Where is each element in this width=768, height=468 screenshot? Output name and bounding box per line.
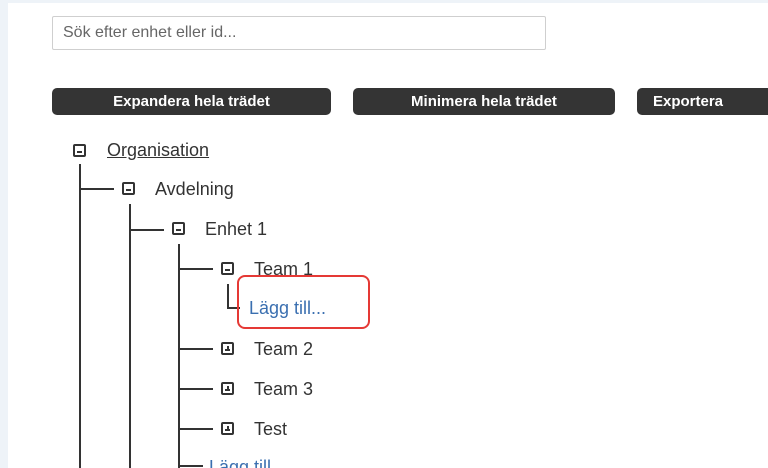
tree-node-team-3[interactable]: Team 3	[254, 379, 313, 399]
export-button[interactable]: Exportera	[637, 88, 768, 115]
tree-panel: Expandera hela trädet Minimera hela träd…	[8, 3, 768, 468]
collapse-toggle-icon[interactable]	[73, 144, 86, 157]
plus-icon-vertical	[226, 386, 229, 391]
plus-icon-vertical	[226, 346, 229, 351]
tree-line-unit-vertical	[178, 244, 180, 468]
expand-toggle-icon[interactable]	[221, 382, 234, 395]
tree-line-team3-horizontal	[178, 388, 213, 390]
minus-icon	[225, 268, 230, 271]
collapse-toggle-icon[interactable]	[172, 222, 185, 235]
plus-icon-vertical	[226, 426, 229, 431]
collapse-toggle-icon[interactable]	[221, 262, 234, 275]
tree-node-test[interactable]: Test	[254, 419, 287, 439]
expand-tree-button[interactable]: Expandera hela trädet	[52, 88, 331, 115]
tree-node-organisation[interactable]: Organisation	[107, 140, 209, 160]
tree-line-department-vertical	[129, 204, 131, 468]
tree-line-team1-vertical	[227, 284, 229, 308]
tree-line-team2-horizontal	[178, 348, 213, 350]
collapse-tree-button[interactable]: Minimera hela trädet	[353, 88, 615, 115]
tree-node-avdelning[interactable]: Avdelning	[155, 179, 234, 199]
collapse-toggle-icon[interactable]	[122, 182, 135, 195]
minus-icon	[176, 228, 181, 231]
tree-line-test-horizontal	[178, 428, 213, 430]
expand-toggle-icon[interactable]	[221, 422, 234, 435]
minus-icon	[126, 188, 131, 191]
highlight-box	[237, 275, 370, 329]
tree-line-unit-horizontal	[129, 229, 164, 231]
tree-line-root-vertical	[79, 164, 81, 468]
tree-line-team1-horizontal	[178, 268, 213, 270]
tree-node-enhet-1[interactable]: Enhet 1	[205, 219, 267, 239]
minus-icon	[77, 150, 82, 153]
tree-line-unit-add-horizontal	[178, 465, 203, 467]
expand-toggle-icon[interactable]	[221, 342, 234, 355]
tree-node-team-2[interactable]: Team 2	[254, 339, 313, 359]
tree-line-department-horizontal	[79, 188, 114, 190]
search-input[interactable]	[52, 16, 546, 50]
add-child-link-enhet-1[interactable]: Lägg till...	[209, 457, 286, 468]
